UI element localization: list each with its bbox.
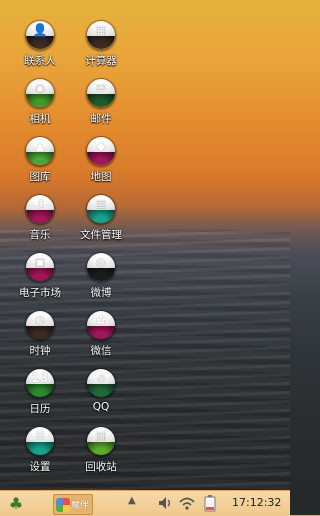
battery-icon[interactable] — [202, 494, 218, 512]
desktop-icon[interactable]: 23 日历 — [5, 368, 75, 424]
desktop-icon[interactable]: ◆ 地图 — [66, 136, 136, 192]
app-icon: ⚙ — [25, 426, 55, 456]
desktop-icon-label: 文件管理 — [80, 229, 122, 241]
desktop-icon[interactable]: ◉ 相机 — [5, 78, 75, 134]
app-icon: ◉ — [25, 78, 55, 108]
desktop-icon[interactable]: ✉ 邮件 — [66, 78, 136, 134]
clover-icon: ♣ — [8, 494, 24, 513]
desktop-icon[interactable]: ▲ 图库 — [5, 136, 75, 192]
desktop-icon-label: 联系人 — [24, 55, 56, 67]
desktop-icon[interactable]: ◷ 时钟 — [5, 310, 75, 366]
app-icon: ▤ — [86, 194, 116, 224]
desktop-icon-label: 相机 — [29, 113, 51, 125]
app-icon: ☃ — [86, 368, 116, 398]
app-logo-icon — [56, 497, 70, 512]
app-icon: ▦ — [86, 20, 116, 50]
app-glyph-icon: ◷ — [34, 313, 46, 327]
app-glyph-icon: ☃ — [95, 371, 107, 385]
wifi-icon[interactable] — [178, 494, 196, 512]
app-icon: ◆ — [86, 136, 116, 166]
taskbar: ♣ 魔伴 ▲ 17:12:32 — [0, 490, 290, 516]
desktop-icon[interactable]: ◎ 微博 — [66, 252, 136, 308]
desktop-icon-label: QQ — [92, 401, 110, 413]
taskbar-app-button[interactable]: 魔伴 — [53, 494, 93, 515]
desktop-icon[interactable]: ☃ QQ — [66, 368, 136, 424]
desktop-icon[interactable]: ▦ 计算器 — [66, 20, 136, 76]
app-glyph-icon: ✿ — [95, 313, 107, 327]
app-glyph-icon: ▥ — [95, 429, 107, 443]
desktop-icon[interactable]: ▣ 电子市场 — [5, 252, 75, 308]
desktop-icon[interactable]: ▥ 回收站 — [66, 426, 136, 482]
app-icon: ♫ — [25, 194, 55, 224]
app-glyph-icon: ◆ — [96, 139, 106, 153]
app-icon: ▣ — [25, 252, 55, 282]
app-icon: ✿ — [86, 310, 116, 340]
clock[interactable]: 17:12:32 — [232, 496, 281, 509]
desktop-icon[interactable]: ⚙ 设置 — [5, 426, 75, 482]
desktop: 👤 联系人 ▦ 计算器 ◉ 相机 ✉ 邮件 ▲ 图库 ◆ 地图 ♫ 音乐 ▤ 文件管理 ▣ 电子市场 ◎ 微博 ◷ 时钟 ✿… — [0, 0, 290, 490]
desktop-icon-label: 邮件 — [90, 113, 112, 125]
app-icon: 👤 — [25, 20, 55, 50]
app-icon: ▲ — [25, 136, 55, 166]
app-icon: ◷ — [25, 310, 55, 340]
desktop-icon-label: 回收站 — [85, 461, 117, 473]
desktop-icon-label: 音乐 — [29, 229, 51, 241]
app-glyph-icon: ◎ — [95, 255, 107, 269]
app-icon: 23 — [25, 368, 55, 398]
app-glyph-icon: ▲ — [35, 139, 45, 153]
app-glyph-icon: 23 — [31, 371, 49, 385]
app-glyph-icon: ▦ — [95, 23, 107, 37]
desktop-icon-label: 设置 — [29, 461, 51, 473]
desktop-icon-label: 日历 — [29, 403, 51, 415]
app-icon: ▥ — [86, 426, 116, 456]
app-icon: ✉ — [86, 78, 116, 108]
app-icon: ◎ — [86, 252, 116, 282]
desktop-icon-label: 微信 — [90, 345, 112, 357]
desktop-icon[interactable]: 👤 联系人 — [5, 20, 75, 76]
app-glyph-icon: ♫ — [34, 197, 46, 211]
app-glyph-icon: ◉ — [34, 81, 46, 95]
desktop-icon-label: 时钟 — [29, 345, 51, 357]
desktop-icon-label: 电子市场 — [19, 287, 61, 299]
app-glyph-icon: ▣ — [34, 255, 46, 269]
desktop-icon-label: 计算器 — [85, 55, 117, 67]
desktop-icon[interactable]: ♫ 音乐 — [5, 194, 75, 250]
app-glyph-icon: ✉ — [95, 81, 107, 95]
tray-expand-arrow-icon[interactable]: ▲ — [128, 495, 136, 506]
taskbar-app-label: 魔伴 — [71, 501, 90, 511]
desktop-icon-label: 地图 — [90, 171, 112, 183]
start-button[interactable]: ♣ — [6, 494, 26, 513]
app-glyph-icon: ⚙ — [34, 429, 46, 443]
volume-icon[interactable] — [157, 494, 173, 512]
desktop-icon-label: 微博 — [90, 287, 112, 299]
app-glyph-icon: ▤ — [95, 197, 107, 211]
desktop-icon[interactable]: ✿ 微信 — [66, 310, 136, 366]
desktop-icon[interactable]: ▤ 文件管理 — [66, 194, 136, 250]
app-glyph-icon: 👤 — [32, 23, 48, 37]
desktop-icon-label: 图库 — [29, 171, 51, 183]
